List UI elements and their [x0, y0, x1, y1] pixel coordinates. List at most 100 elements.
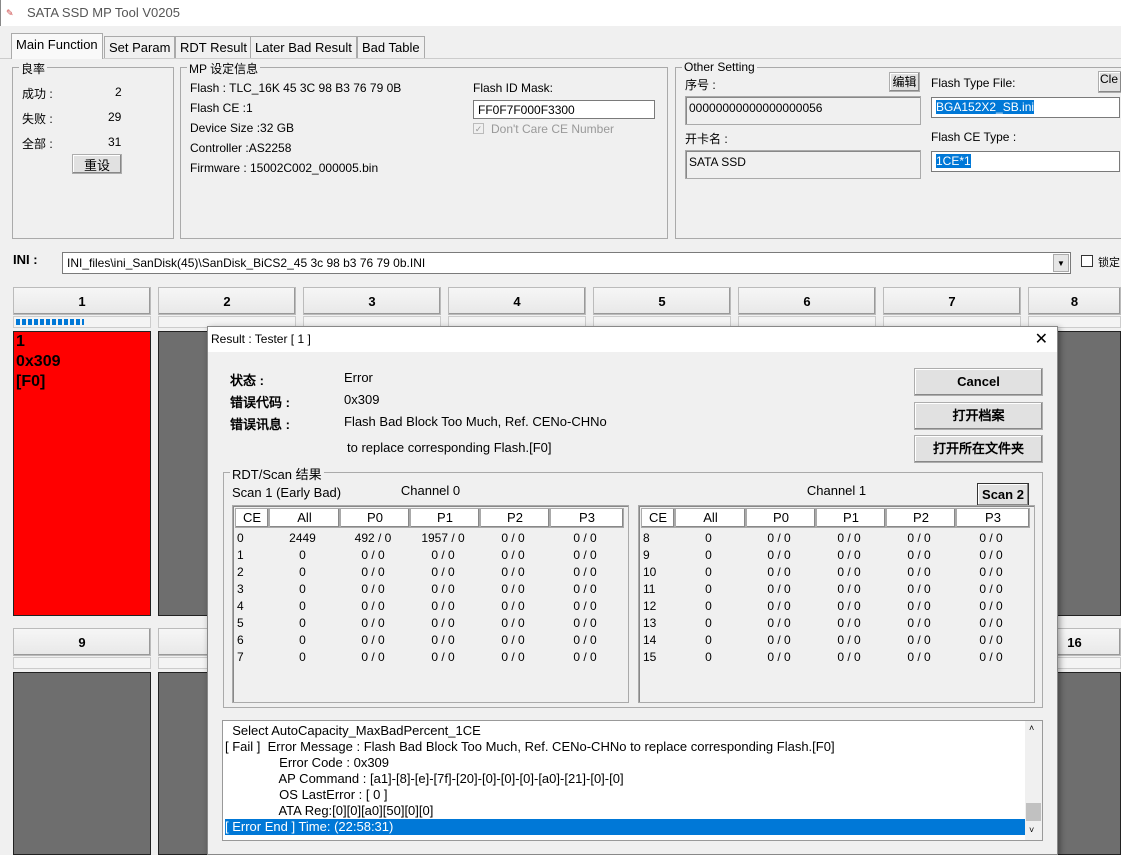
cell-p1: 0 / 0	[431, 616, 455, 630]
cell-p3: 0 / 0	[979, 548, 1003, 562]
tab-later-bad-result[interactable]: Later Bad Result	[250, 36, 357, 58]
cell-p3: 0 / 0	[573, 548, 597, 562]
bad-block-table: CE All P0 P1 P2 P3 0 2449 492 / 0 1957 / 0 0 / 0 0 …	[232, 505, 629, 703]
log-line: ATA Reg:[0][0][a0][50][0][0]	[225, 803, 434, 818]
cell-p2: 0 / 0	[501, 633, 525, 647]
port-header-6[interactable]: 6	[738, 287, 876, 315]
cell-p1: 0 / 0	[431, 548, 455, 562]
log-listbox[interactable]: Select AutoCapacity_MaxBadPercent_1CE[ F…	[222, 720, 1043, 841]
cell-ce: 7	[237, 650, 244, 664]
column-header-ce[interactable]: CE	[641, 508, 675, 528]
cell-p3: 0 / 0	[979, 531, 1003, 545]
column-header-ce[interactable]: CE	[235, 508, 269, 528]
error-code-label: 错误代码 :	[230, 395, 290, 410]
column-header-p0[interactable]: P0	[340, 508, 410, 528]
tab-divider	[0, 58, 1121, 59]
cell-ce: 10	[643, 565, 657, 579]
port-header-7[interactable]: 7	[883, 287, 1021, 315]
cancel-button[interactable]: Cancel	[914, 368, 1043, 396]
tab-set-param[interactable]: Set Param	[104, 36, 176, 58]
column-header-p1[interactable]: P1	[410, 508, 480, 528]
chevron-down-icon[interactable]: ▼	[1053, 254, 1069, 272]
open-folder-button[interactable]: 打开所在文件夹	[914, 435, 1043, 463]
edit-button[interactable]: 编辑	[889, 72, 920, 92]
tab-main-function[interactable]: Main Function	[11, 33, 103, 59]
cell-ce: 4	[237, 599, 244, 613]
table-row: 0 2449 492 / 0 1957 / 0 0 / 0 0 / 0	[233, 531, 628, 548]
column-header-p0[interactable]: P0	[746, 508, 816, 528]
cell-ce: 11	[643, 582, 656, 596]
cell-p2: 0 / 0	[907, 548, 931, 562]
cell-p1: 0 / 0	[837, 531, 861, 545]
ini-label: INI :	[13, 252, 38, 267]
flash-type-file-select[interactable]: BGA152X2_SB.ini	[931, 97, 1120, 118]
scroll-down-icon[interactable]: ˅	[1029, 825, 1034, 835]
cell-p2: 0 / 0	[907, 582, 931, 596]
channel-title: Channel 0	[400, 483, 461, 498]
cell-ce: 2	[237, 565, 244, 579]
cell-p2: 0 / 0	[907, 616, 931, 630]
cell-p0: 0 / 0	[361, 565, 385, 579]
reset-button[interactable]: 重设	[72, 154, 122, 174]
cell-p1: 0 / 0	[431, 633, 455, 647]
ini-select[interactable]: INI_files\ini_SanDisk(45)\SanDisk_BiCS2_…	[62, 252, 1071, 274]
flash-ce-type-select[interactable]: 1CE*1	[931, 151, 1120, 172]
column-header-p3[interactable]: P3	[550, 508, 624, 528]
port-header-2[interactable]: 2	[158, 287, 296, 315]
channel-1-panel: Channel 1 CE All P0 P1 P2 P3 8 0 0 / 0 0 / 0 0 / 0 0…	[638, 483, 1035, 703]
ini-value: INI_files\ini_SanDisk(45)\SanDisk_BiCS2_…	[67, 256, 426, 270]
port-header-8[interactable]: 8	[1028, 287, 1121, 315]
log-scrollbar[interactable]: ˄ ˅	[1025, 721, 1042, 840]
port-header-5[interactable]: 5	[593, 287, 731, 315]
cell-ce: 13	[643, 616, 657, 630]
lock-checkbox[interactable]	[1081, 255, 1093, 267]
column-header-p2[interactable]: P2	[480, 508, 550, 528]
column-header-all[interactable]: All	[675, 508, 746, 528]
table-row: 11 0 0 / 0 0 / 0 0 / 0 0 / 0	[639, 582, 1034, 599]
cell-all: 0	[299, 633, 306, 647]
log-line: AP Command : [a1]-[8]-[e]-[7f]-[20]-[0]-…	[225, 771, 624, 786]
cell-p2: 0 / 0	[501, 599, 525, 613]
column-header-p2[interactable]: P2	[886, 508, 956, 528]
port-header-9[interactable]: 9	[13, 628, 151, 656]
port-header-3[interactable]: 3	[303, 287, 441, 315]
tab-bad-table[interactable]: Bad Table	[357, 36, 425, 58]
cell-p3: 0 / 0	[979, 616, 1003, 630]
controller-info: Controller :AS2258	[190, 141, 292, 155]
column-header-all[interactable]: All	[269, 508, 340, 528]
port-panel-1[interactable]: 1 0x309 [F0]	[13, 331, 151, 616]
table-row: 7 0 0 / 0 0 / 0 0 / 0 0 / 0	[233, 650, 628, 667]
port-header-1[interactable]: 1	[13, 287, 151, 315]
cell-p2: 0 / 0	[501, 616, 525, 630]
port-header-4[interactable]: 4	[448, 287, 586, 315]
close-icon[interactable]: ✕	[1035, 329, 1048, 349]
table-row: 8 0 0 / 0 0 / 0 0 / 0 0 / 0	[639, 531, 1034, 548]
cell-p1: 0 / 0	[431, 582, 455, 596]
cell-ce: 5	[237, 616, 244, 630]
cell-p2: 0 / 0	[907, 650, 931, 664]
clear-button[interactable]: Cle	[1098, 71, 1121, 93]
mp-info-title: MP 设定信息	[187, 60, 261, 77]
column-header-p1[interactable]: P1	[816, 508, 886, 528]
cell-p0: 0 / 0	[361, 633, 385, 647]
title-bar: ✎ SATA SSD MP Tool V0205	[0, 0, 1121, 26]
column-header-p3[interactable]: P3	[956, 508, 1030, 528]
port-progress-1	[13, 316, 151, 328]
flash-id-mask-input[interactable]: FF0F7F000F3300	[473, 100, 655, 119]
other-setting-group: Other Setting 序号 : 编辑 000000000000000000…	[675, 60, 1121, 239]
cell-all: 0	[705, 650, 712, 664]
cell-p2: 0 / 0	[907, 633, 931, 647]
port-panel-9[interactable]	[13, 672, 151, 855]
cell-p3: 0 / 0	[573, 650, 597, 664]
scrollbar-thumb[interactable]	[1026, 803, 1041, 821]
cell-p0: 0 / 0	[767, 650, 791, 664]
scroll-up-icon[interactable]: ˄	[1029, 723, 1034, 733]
open-file-button[interactable]: 打开档案	[914, 402, 1043, 430]
yield-group: 良率 成功 : 2 失败 : 29 全部 : 31 重设	[12, 60, 174, 239]
cell-ce: 12	[643, 599, 657, 613]
dont-care-checkbox[interactable]: ✓	[473, 123, 484, 134]
table-row: 13 0 0 / 0 0 / 0 0 / 0 0 / 0	[639, 616, 1034, 633]
cell-p3: 0 / 0	[573, 582, 597, 596]
cell-p3: 0 / 0	[979, 582, 1003, 596]
tab-rdt-result[interactable]: RDT Result	[175, 36, 252, 58]
